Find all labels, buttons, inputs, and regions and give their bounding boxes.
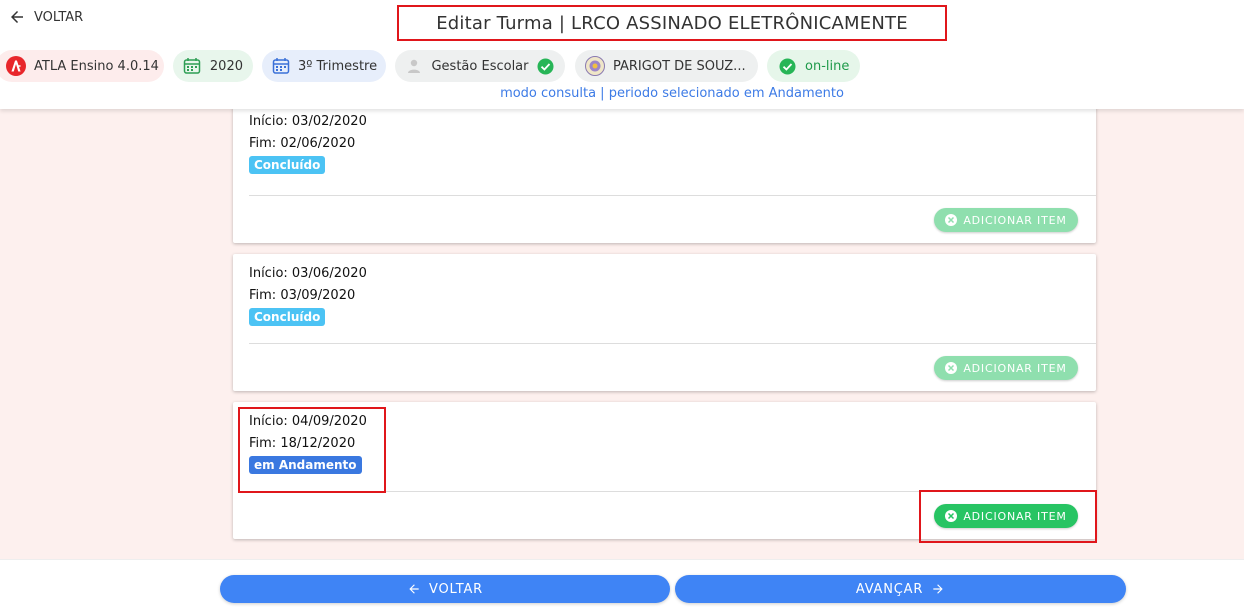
add-item-label: ADICIONAR ITEM	[963, 509, 1067, 523]
connection-label: on-line	[805, 58, 850, 74]
term-label: 3º Trimestre	[298, 58, 378, 74]
back-label: VOLTAR	[428, 581, 483, 597]
period-card: Início: 03/06/2020 Fim: 03/09/2020 Concl…	[233, 254, 1096, 391]
period-info: Início: 03/06/2020 Fim: 03/09/2020 Concl…	[249, 263, 367, 329]
add-item-label: ADICIONAR ITEM	[963, 361, 1067, 375]
next-label: AVANÇAR	[855, 581, 924, 597]
close-circle-icon	[945, 362, 958, 374]
mode-status-text: modo consulta | periodo selecionado em A…	[500, 86, 844, 101]
period-start: Início: 03/02/2020	[249, 114, 367, 129]
user-icon	[405, 56, 423, 76]
card-divider	[249, 343, 1096, 344]
calendar-icon	[183, 56, 202, 76]
status-badge: Concluído	[249, 156, 326, 174]
period-card: Início: 04/09/2020 Fim: 18/12/2020 em An…	[233, 402, 1096, 539]
period-start: Início: 04/09/2020	[249, 414, 367, 429]
calendar-icon	[272, 56, 290, 76]
app-version-chip[interactable]: ATLA Ensino 4.0.14	[0, 50, 164, 82]
period-card: Início: 03/02/2020 Fim: 02/06/2020 Concl…	[233, 97, 1096, 243]
close-circle-icon	[945, 510, 958, 522]
add-item-button[interactable]: ADICIONAR ITEM	[934, 208, 1078, 232]
period-info: Início: 04/09/2020 Fim: 18/12/2020 em An…	[249, 411, 367, 477]
module-label: Gestão Escolar	[431, 58, 529, 74]
arrow-left-icon	[11, 11, 23, 23]
close-circle-icon	[945, 214, 958, 226]
next-button[interactable]: AVANÇAR	[675, 575, 1126, 603]
year-chip[interactable]: 2020	[173, 50, 253, 82]
status-badge: Concluído	[249, 308, 326, 326]
period-end: Fim: 18/12/2020	[249, 436, 356, 451]
module-chip[interactable]: Gestão Escolar	[395, 50, 565, 82]
add-item-button[interactable]: ADICIONAR ITEM	[934, 356, 1078, 380]
school-crest-icon	[585, 56, 605, 76]
check-circle-icon	[537, 56, 555, 76]
period-info: Início: 03/02/2020 Fim: 02/06/2020 Concl…	[249, 111, 367, 177]
year-label: 2020	[209, 58, 243, 74]
top-back-button[interactable]: VOLTAR	[8, 8, 83, 26]
period-end: Fim: 03/09/2020	[249, 288, 356, 303]
add-item-button[interactable]: ADICIONAR ITEM	[934, 504, 1078, 528]
school-chip[interactable]: PARIGOT DE SOUZ...	[575, 50, 758, 82]
status-badge: em Andamento	[249, 456, 362, 474]
arrow-left-icon	[409, 584, 419, 594]
app-version-label: ATLA Ensino 4.0.14	[34, 58, 159, 74]
atla-logo-icon	[6, 56, 26, 76]
back-button[interactable]: VOLTAR	[220, 575, 670, 603]
period-start: Início: 03/06/2020	[249, 266, 367, 281]
page-title: Editar Turma | LRCO ASSINADO ELETRÔNICAM…	[397, 5, 947, 41]
add-item-label: ADICIONAR ITEM	[963, 213, 1067, 227]
top-bar: VOLTAR Editar Turma | LRCO ASSINADO ELET…	[0, 0, 1244, 109]
school-label: PARIGOT DE SOUZ...	[613, 58, 746, 74]
card-divider	[249, 195, 1096, 196]
term-chip[interactable]: 3º Trimestre	[262, 50, 386, 82]
check-circle-icon	[777, 56, 797, 76]
connection-chip[interactable]: on-line	[767, 50, 860, 82]
top-back-label: VOLTAR	[34, 9, 84, 25]
footer-bar: VOLTAR AVANÇAR	[0, 559, 1244, 614]
arrow-right-icon	[933, 584, 943, 594]
period-end: Fim: 02/06/2020	[249, 136, 356, 151]
card-divider	[249, 491, 1096, 492]
